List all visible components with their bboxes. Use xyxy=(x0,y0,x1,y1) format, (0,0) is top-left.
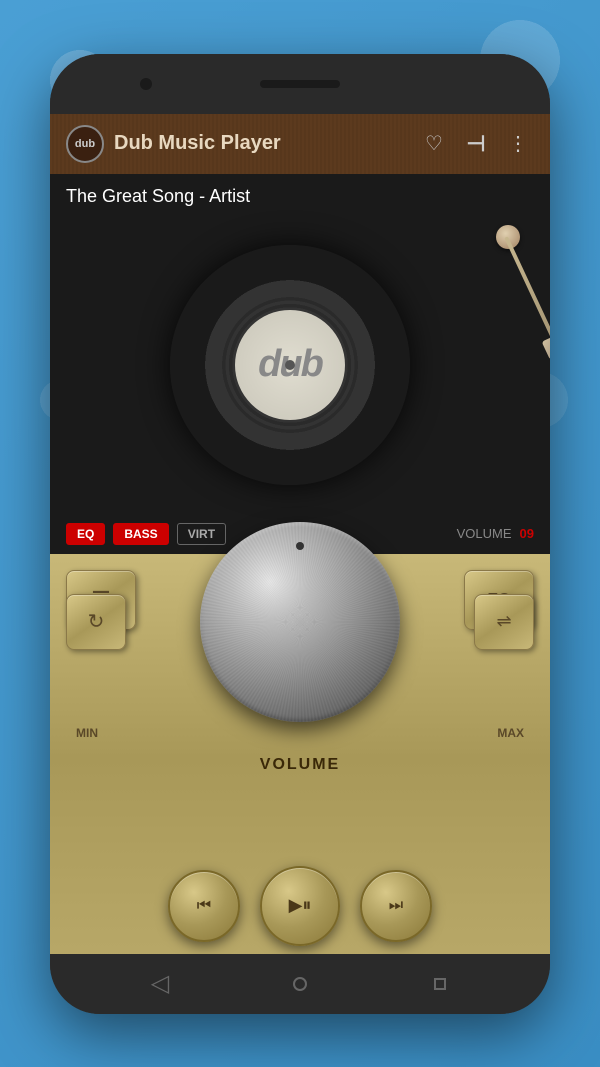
knob-min-max: MIN MAX xyxy=(66,726,534,740)
tonearm xyxy=(430,225,530,385)
playback-row: ⏮ ▶⏸ ⏭ xyxy=(168,866,432,946)
equalizer-adjust-icon[interactable]: ⊣ xyxy=(460,131,492,157)
knob-indicator-dot xyxy=(296,542,304,550)
next-button[interactable]: ⏭ xyxy=(360,870,432,942)
turntable-area: The Great Song - Artist dub xyxy=(50,174,550,554)
knob-min-label: MIN xyxy=(76,726,98,740)
vinyl-record: dub xyxy=(170,245,410,485)
volume-value: 09 xyxy=(520,526,534,541)
volume-knob-container xyxy=(200,522,400,722)
phone-screen: dub Dub Music Player ♡ ⊣ ⋮ The Great Son… xyxy=(50,114,550,954)
repeat-button[interactable]: ↻ xyxy=(66,594,126,650)
phone-frame: dub Dub Music Player ♡ ⊣ ⋮ The Great Son… xyxy=(50,54,550,1014)
volume-text-label: VOLUME xyxy=(260,756,340,774)
shuffle-button[interactable]: ⇌ xyxy=(474,594,534,650)
volume-label: VOLUME xyxy=(457,526,512,541)
recents-nav-button[interactable] xyxy=(415,959,465,1009)
phone-top xyxy=(50,54,550,114)
bass-toggle-button[interactable]: BASS xyxy=(113,523,168,545)
favorite-icon[interactable]: ♡ xyxy=(418,131,450,156)
back-icon: ◁ xyxy=(151,969,169,998)
logo-text: dub xyxy=(75,138,95,150)
shuffle-icon: ⇌ xyxy=(496,611,511,632)
overflow-menu-icon[interactable]: ⋮ xyxy=(502,131,534,156)
phone-speaker xyxy=(260,80,340,88)
app-header: dub Dub Music Player ♡ ⊣ ⋮ xyxy=(50,114,550,174)
home-circle-icon xyxy=(293,977,307,991)
vinyl-label: dub xyxy=(235,310,345,420)
tonearm-arm xyxy=(504,236,550,356)
repeat-icon: ↻ xyxy=(88,609,105,634)
prev-icon: ⏮ xyxy=(197,897,211,915)
previous-button[interactable]: ⏮ xyxy=(168,870,240,942)
home-nav-button[interactable] xyxy=(275,959,325,1009)
back-nav-button[interactable]: ◁ xyxy=(135,959,185,1009)
turntable-visual: dub xyxy=(50,215,550,515)
play-pause-icon: ▶⏸ xyxy=(289,895,312,916)
song-title: The Great Song - Artist xyxy=(50,174,550,215)
play-pause-button[interactable]: ▶⏸ xyxy=(260,866,340,946)
vinyl-center-hole xyxy=(285,360,295,370)
eq-toggle-button[interactable]: EQ xyxy=(66,523,105,545)
tonearm-head xyxy=(542,333,550,360)
next-icon: ⏭ xyxy=(389,897,403,915)
knob-max-label: MAX xyxy=(497,726,524,740)
volume-knob[interactable] xyxy=(200,522,400,722)
phone-camera xyxy=(140,78,152,90)
recents-square-icon xyxy=(434,978,446,990)
app-title: Dub Music Player xyxy=(114,132,408,155)
controls-panel: ☰ EQ ↻ ⇌ xyxy=(50,554,550,954)
dub-logo: dub xyxy=(66,125,104,163)
phone-bottom-nav: ◁ xyxy=(50,954,550,1014)
